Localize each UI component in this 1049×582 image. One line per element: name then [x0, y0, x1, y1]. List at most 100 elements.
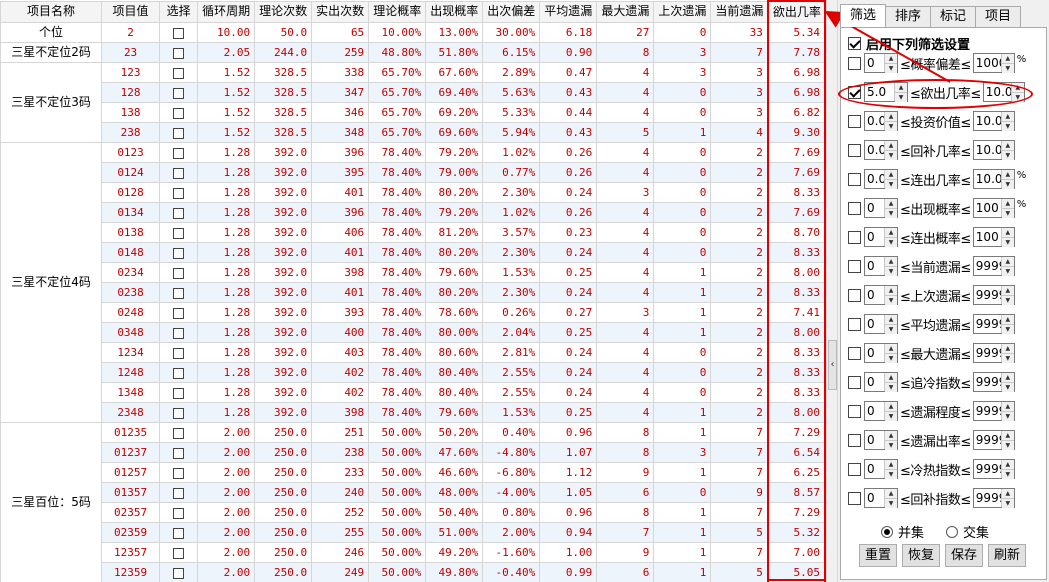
table-row[interactable]: 0148 1.28 392.0 401 78.40% 80.20% 2.30% 0.24 4 0 2…	[1, 242, 826, 263]
select-checkbox[interactable]	[173, 187, 185, 199]
spin-up-icon[interactable]: ▲	[1001, 54, 1014, 63]
filter-min-value[interactable]: 0.0	[865, 170, 884, 188]
select-cell[interactable]	[159, 442, 199, 463]
column-header[interactable]: 最大遗漏	[596, 0, 655, 23]
table-row[interactable]: 238 1.52 328.5 348 65.70% 69.60% 5.94% 0.43 5 1 4 9…	[1, 122, 826, 143]
column-header[interactable]: 项目名称	[0, 0, 103, 23]
filter-max-value[interactable]: 9999	[974, 402, 1001, 420]
table-row[interactable]: 三星不定位4码 0123 1.28 392.0 396 78.40% 79.20% 1.02%…	[0, 142, 826, 423]
filter-min-spinner[interactable]: 0 ▲ ▼	[864, 285, 898, 305]
filter-max-spinner[interactable]: 100 ▲ ▼	[972, 227, 1015, 247]
select-checkbox[interactable]	[173, 307, 185, 319]
filter-checkbox[interactable]	[848, 288, 861, 302]
select-checkbox[interactable]	[173, 387, 185, 399]
spinner-arrows[interactable]: ▲ ▼	[884, 460, 897, 479]
filter-max-spinner[interactable]: 100 ▲ ▼	[972, 198, 1015, 218]
spinner-arrows[interactable]: ▲ ▼	[1000, 54, 1014, 73]
select-cell[interactable]	[159, 302, 199, 323]
filter-max-spinner[interactable]: 9999▲▼	[972, 430, 1015, 450]
filter-min-spinner[interactable]: 0 ▲ ▼	[864, 372, 898, 392]
spin-up-icon[interactable]: ▲	[1001, 431, 1014, 440]
table-row[interactable]: 1234 1.28 392.0 403 78.40% 80.60% 2.81% 0.24 4 0 2…	[1, 342, 826, 363]
table-row[interactable]: 12359 2.00 250.0 249 50.00% 49.80% -0.40% 0.99 6…	[1, 562, 826, 582]
filter-min-value[interactable]: 0.0	[865, 112, 884, 130]
table-row[interactable]: 01357 2.00 250.0 240 50.00% 48.00% -4.00% 1.05 6…	[1, 482, 826, 503]
filter-max-spinner[interactable]: 10.0 ▲ ▼	[972, 111, 1015, 131]
table-row[interactable]: 0234 1.28 392.0 398 78.40% 79.60% 1.53% 0.25 4 1 2…	[1, 262, 826, 283]
table-row[interactable]: 138 1.52 328.5 346 65.70% 69.20% 5.33% 0.44 4 0 3 6…	[1, 102, 826, 123]
spinner-arrows[interactable]: ▲ ▼	[884, 170, 897, 189]
spin-down-icon[interactable]: ▼	[885, 266, 897, 276]
filter-min-spinner[interactable]: 0 ▲ ▼	[864, 314, 898, 334]
select-cell[interactable]	[159, 542, 199, 563]
select-checkbox[interactable]	[173, 227, 185, 239]
spin-down-icon[interactable]: ▼	[1001, 498, 1014, 508]
select-cell[interactable]	[159, 42, 199, 63]
table-row[interactable]: 0138 1.28 392.0 406 78.40% 81.20% 3.57% 0.23 4 0 2…	[1, 222, 826, 243]
select-checkbox[interactable]	[173, 207, 185, 219]
refresh-button[interactable]: 刷新	[988, 544, 1026, 567]
spin-up-icon[interactable]: ▲	[885, 112, 897, 121]
table-row[interactable]: 0134 1.28 392.0 396 78.40% 79.20% 1.02% 0.26 4 0 2…	[1, 202, 826, 223]
column-header[interactable]: 理论概率	[368, 0, 427, 23]
column-header[interactable]: 当前遗漏	[710, 0, 769, 23]
spin-up-icon[interactable]: ▲	[885, 199, 897, 208]
filter-max-value[interactable]: 9999	[974, 257, 1001, 275]
filter-max-spinner[interactable]: 9999▲▼	[972, 343, 1015, 363]
spin-down-icon[interactable]: ▼	[885, 469, 897, 479]
spin-down-icon[interactable]: ▼	[885, 295, 897, 305]
restore-button[interactable]: 恢复	[902, 544, 940, 567]
spin-down-icon[interactable]: ▼	[1001, 266, 1014, 276]
table-row[interactable]: 2348 1.28 392.0 398 78.40% 79.60% 1.53% 0.25 4 1 2…	[1, 402, 826, 423]
filter-checkbox[interactable]	[848, 230, 861, 244]
spin-up-icon[interactable]: ▲	[1001, 257, 1014, 266]
filter-max-value[interactable]: 9999	[974, 344, 1001, 362]
spin-up-icon[interactable]: ▲	[1001, 286, 1014, 295]
filter-min-spinner[interactable]: 0 ▲ ▼	[864, 488, 898, 508]
filter-max-value[interactable]: 10.0	[974, 170, 1001, 188]
table-row[interactable]: 128 1.52 328.5 347 65.70% 69.40% 5.63% 0.43 4 0 3 6…	[1, 82, 826, 103]
select-checkbox[interactable]	[173, 67, 185, 79]
collapse-panel-button[interactable]: ‹	[828, 340, 837, 390]
filter-min-value[interactable]: 0	[865, 460, 884, 478]
spinner-arrows[interactable]: ▲ ▼	[1000, 402, 1014, 421]
filter-checkbox[interactable]	[848, 404, 861, 418]
select-cell[interactable]	[159, 522, 199, 543]
select-checkbox[interactable]	[173, 87, 185, 99]
filter-checkbox[interactable]	[848, 375, 861, 389]
select-checkbox[interactable]	[173, 147, 185, 159]
filter-min-spinner[interactable]: 0 ▲ ▼	[864, 53, 898, 73]
tab-project[interactable]: 项目	[975, 6, 1022, 27]
table-row[interactable]: 02357 2.00 250.0 252 50.00% 50.40% 0.80% 0.96 8 1…	[1, 502, 826, 523]
table-row[interactable]: 0248 1.28 392.0 393 78.40% 78.60% 0.26% 0.27 3 1 2…	[1, 302, 826, 323]
select-cell[interactable]	[159, 282, 199, 303]
save-button[interactable]: 保存	[945, 544, 983, 567]
column-header[interactable]: 上次遗漏	[653, 0, 712, 23]
select-cell[interactable]	[159, 262, 199, 283]
filter-checkbox[interactable]	[848, 491, 861, 505]
spin-up-icon[interactable]: ▲	[885, 460, 897, 469]
select-checkbox[interactable]	[173, 427, 185, 439]
spin-up-icon[interactable]: ▲	[1001, 373, 1014, 382]
spin-down-icon[interactable]: ▼	[885, 179, 897, 189]
spinner-arrows[interactable]: ▲ ▼	[884, 54, 897, 73]
select-checkbox[interactable]	[173, 287, 185, 299]
table-row[interactable]: 02359 2.00 250.0 255 50.00% 51.00% 2.00% 0.94 7 1…	[1, 522, 826, 543]
filter-max-spinner[interactable]: 9999▲▼	[972, 401, 1015, 421]
filter-max-value[interactable]: 9999	[974, 286, 1001, 304]
filter-checkbox[interactable]	[848, 56, 861, 70]
spin-up-icon[interactable]: ▲	[1001, 199, 1014, 208]
spin-up-icon[interactable]: ▲	[885, 54, 897, 63]
select-checkbox[interactable]	[173, 167, 185, 179]
filter-max-spinner[interactable]: 9999▲▼	[972, 459, 1015, 479]
filter-checkbox[interactable]	[848, 346, 861, 360]
filter-min-value[interactable]: 0	[865, 373, 884, 391]
intersection-radio[interactable]: 交集	[946, 522, 989, 541]
table-row[interactable]: 三星不定位3码 123 1.52 328.5 338 65.70% 67.60% 2.89% 0…	[0, 62, 826, 143]
spinner-arrows[interactable]: ▲ ▼	[884, 141, 897, 160]
spin-up-icon[interactable]: ▲	[885, 170, 897, 179]
filter-max-spinner[interactable]: 9999▲▼	[972, 285, 1015, 305]
spin-up-icon[interactable]: ▲	[1001, 402, 1014, 411]
filter-checkbox[interactable]	[848, 462, 861, 476]
select-checkbox[interactable]	[173, 487, 185, 499]
